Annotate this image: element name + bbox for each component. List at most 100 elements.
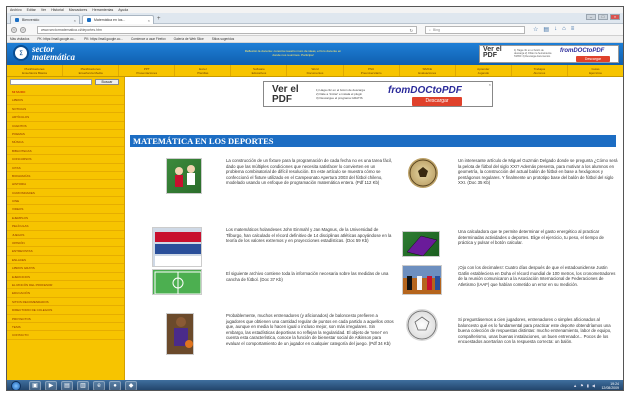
taskbar-window-icon[interactable]: ▤	[61, 381, 73, 390]
menu-icon[interactable]: ≡	[571, 26, 575, 33]
tray-volume-icon[interactable]: ◀	[592, 383, 595, 388]
article-100m-record[interactable]: ¡Ojo con los decimales!: Cuatro días des…	[458, 265, 618, 287]
article-athletics-records[interactable]: Los matemáticos holandeses John Einmahl …	[226, 227, 394, 244]
menu-ayuda[interactable]: Ayuda	[118, 8, 128, 12]
taskbar-app-icon[interactable]: ▥	[77, 381, 89, 390]
sidebar-item[interactable]: Opinión	[7, 239, 124, 248]
sidebar-item[interactable]: Educación	[7, 289, 124, 298]
taskbar-firefox-icon[interactable]: ●	[109, 381, 121, 390]
taskbar-folder-icon[interactable]: ▣	[29, 381, 41, 390]
category-item[interactable]: Guías Ejercicios	[568, 65, 623, 76]
sprinters-image[interactable]	[402, 265, 442, 295]
sidebar-item[interactable]: Curiosidades	[7, 189, 124, 198]
tab-close-icon[interactable]: ×	[74, 18, 76, 23]
sidebar-item[interactable]: Noticias	[7, 105, 124, 114]
top-ad-download-button[interactable]: Descargar	[412, 97, 462, 106]
sidebar-item[interactable]: Cine	[7, 197, 124, 206]
header-ad-banner[interactable]: Ver el PDF 1) Haga clic en el botón de d…	[479, 45, 619, 63]
menu-ver[interactable]: Ver	[41, 8, 46, 12]
sidebar-item[interactable]: Libros	[7, 96, 124, 105]
sidebar-item[interactable]: Ejercicios	[7, 273, 124, 281]
tab-close-icon[interactable]: ×	[148, 18, 150, 23]
category-item[interactable]: Trabajos Alumnos	[512, 65, 568, 76]
energy-calculator-image[interactable]	[402, 231, 440, 257]
taskbar-app2-icon[interactable]: ◆	[125, 381, 137, 390]
sidebar-search-button[interactable]: Buscar	[95, 79, 119, 85]
article-soccer-ball-geometry[interactable]: Un interesante artículo de Miguel Guzmán…	[458, 158, 618, 186]
category-item[interactable]: Aprender Jugando	[456, 65, 512, 76]
reload-icon[interactable]: ↻	[410, 28, 413, 33]
menu-historial[interactable]: Historial	[51, 8, 64, 12]
sidebar-item[interactable]: Música	[7, 138, 124, 147]
home-icon[interactable]: ⌂	[562, 26, 566, 33]
bookmark-item[interactable]: PK: https://mail.google.co...	[37, 37, 76, 41]
menu-archivo[interactable]: Archivo	[10, 8, 22, 12]
star-icon[interactable]: ☆	[533, 26, 538, 33]
back-icon[interactable]: ‹	[11, 27, 17, 33]
close-window-icon[interactable]: ×	[610, 14, 620, 20]
search-box[interactable]: ⌕ Bing	[425, 26, 525, 34]
bookmark-item[interactable]: Sitios sugeridos	[212, 37, 235, 41]
sidebar-item[interactable]: Libros gratis	[7, 264, 124, 273]
forward-icon[interactable]: ›	[20, 27, 26, 33]
sidebar-item[interactable]: Sitios recomendados	[7, 298, 124, 307]
bookmark-item[interactable]: PK: https://mail.google.co...	[84, 37, 123, 41]
article-basketball-stats[interactable]: Probablemente, muchos entrenadores (y af…	[226, 313, 394, 347]
soccer-ball-image[interactable]	[408, 158, 438, 188]
tray-flag-icon[interactable]: ⚑	[580, 383, 584, 388]
category-item[interactable]: Word Documentos	[287, 65, 344, 76]
article-basketball-ball[interactable]: Si preguntásemos a cien jugadores, entre…	[458, 317, 618, 345]
article-soccer-field[interactable]: El siguiente archivo contiene toda la in…	[226, 271, 394, 282]
bookmark-item[interactable]: Comience a usar Firefox	[131, 37, 166, 41]
article-fixture[interactable]: La construcción de un fixture para la pr…	[226, 158, 394, 186]
category-item[interactable]: PPT Presentaciones	[119, 65, 176, 76]
ad-close-icon[interactable]: ×	[489, 82, 491, 87]
tab-bienvenido[interactable]: Bienvenido ×	[10, 15, 80, 24]
category-item[interactable]: Software Educativos	[231, 65, 288, 76]
menu-herramientas[interactable]: Herramientas	[92, 8, 113, 12]
sidebar-item[interactable]: Biografías	[7, 172, 124, 181]
sidebar-item[interactable]: Citas	[7, 164, 124, 172]
sidebar-item[interactable]: El rincón del profesor	[7, 281, 124, 290]
bookmark-item[interactable]: Más visitados	[10, 37, 29, 41]
sidebar-item[interactable]: Bibliotecas	[7, 147, 124, 156]
taskbar-ie-icon[interactable]: e	[93, 381, 105, 390]
category-item[interactable]: Excel Planillas	[175, 65, 232, 76]
reader-icon[interactable]: ▤	[543, 26, 549, 33]
url-bar[interactable]: www.sectormatematica.cl/deportes.htm ↻	[37, 26, 417, 34]
sidebar-item[interactable]: Directorio de colegios	[7, 306, 124, 315]
article-energy-calculator[interactable]: Una calculadora que te permite determina…	[458, 229, 618, 246]
sidebar-item[interactable]: Películas	[7, 222, 124, 231]
taskbar-media-icon[interactable]: ▶	[45, 381, 57, 390]
tray-network-icon[interactable]: ▮	[587, 383, 589, 388]
bookmark-item[interactable]: Galería de Web Slice	[174, 37, 204, 41]
athletics-records-image[interactable]	[152, 227, 202, 267]
site-logo[interactable]: ∑ sector matemática	[13, 45, 75, 62]
start-button[interactable]	[11, 381, 21, 390]
sidebar-item[interactable]: Poemas	[7, 130, 124, 139]
sidebar-item[interactable]: Ejemplos	[7, 214, 124, 223]
ball-geometry-image[interactable]	[406, 309, 438, 341]
category-item[interactable]: Planificaciones Enseñanza Media	[63, 65, 120, 76]
header-blurb[interactable]: Reflexión la docente: conozca nuestro mu…	[243, 49, 343, 57]
tab-matematica[interactable]: Matemática en los... ×	[82, 15, 154, 24]
new-tab-icon[interactable]: +	[157, 16, 161, 22]
header-ad-download-button[interactable]: Descargar	[576, 56, 610, 62]
menu-editar[interactable]: Editar	[27, 8, 36, 12]
sidebar-item[interactable]: Tesis	[7, 323, 124, 332]
sidebar-item[interactable]: Contacto	[7, 331, 124, 340]
sidebar-item[interactable]: Proyectos	[7, 315, 124, 323]
sidebar-item[interactable]: Artículos	[7, 113, 124, 122]
soccer-players-image[interactable]	[166, 158, 202, 194]
sidebar-item[interactable]: Mi muro	[7, 88, 124, 97]
category-item[interactable]: Planificaciones Enseñanza Básica	[7, 65, 64, 76]
sidebar-item[interactable]: Historia	[7, 180, 124, 189]
download-icon[interactable]: ↓	[554, 26, 557, 33]
sidebar-item[interactable]: Videos	[7, 205, 124, 214]
sidebar-item[interactable]: Cuentos	[7, 122, 124, 130]
sidebar-item[interactable]: Concursos	[7, 155, 124, 164]
sidebar-item[interactable]: Enlaces	[7, 256, 124, 265]
maximize-icon[interactable]: □	[598, 14, 608, 20]
sidebar-search-input[interactable]	[10, 79, 92, 85]
tray-arrow-icon[interactable]: ▲	[573, 383, 577, 388]
